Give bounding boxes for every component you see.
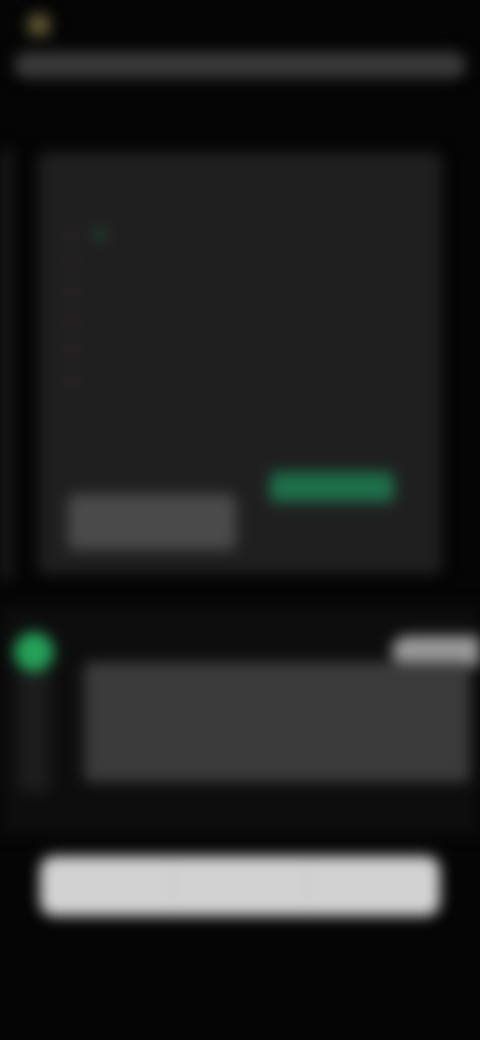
list-item — [70, 340, 390, 360]
experience-list — [70, 224, 390, 398]
primary-button[interactable] — [270, 472, 394, 502]
secondary-button[interactable] — [68, 494, 236, 550]
bottom-action-bar — [40, 856, 440, 916]
app-header — [28, 14, 60, 36]
app-logo-icon[interactable] — [28, 14, 50, 36]
message-card — [84, 662, 470, 782]
list-item — [70, 311, 390, 331]
bullet-icon — [70, 285, 74, 299]
list-item — [70, 282, 390, 302]
search-bar[interactable] — [14, 52, 466, 78]
side-strip — [18, 672, 50, 792]
bullet-icon — [70, 372, 74, 386]
bullet-icon — [70, 343, 74, 357]
verified-dot-icon — [96, 230, 104, 238]
message-line — [100, 742, 454, 764]
bullet-icon — [70, 314, 74, 328]
message-line — [100, 698, 454, 720]
message-line — [100, 720, 454, 742]
online-status-icon[interactable] — [14, 632, 54, 672]
left-rail — [0, 150, 12, 580]
list-item — [70, 224, 390, 244]
list-item — [70, 369, 390, 389]
message-line — [100, 676, 454, 698]
action-button-3[interactable] — [307, 856, 440, 916]
action-button-1[interactable] — [40, 856, 173, 916]
action-button-2[interactable] — [174, 856, 307, 916]
payment-line — [70, 408, 310, 428]
bullet-icon — [70, 227, 74, 241]
payment-details — [70, 408, 310, 448]
list-item — [70, 253, 390, 273]
bullet-icon — [70, 256, 74, 270]
payment-line — [70, 428, 310, 448]
blurred-screen — [0, 0, 480, 1040]
